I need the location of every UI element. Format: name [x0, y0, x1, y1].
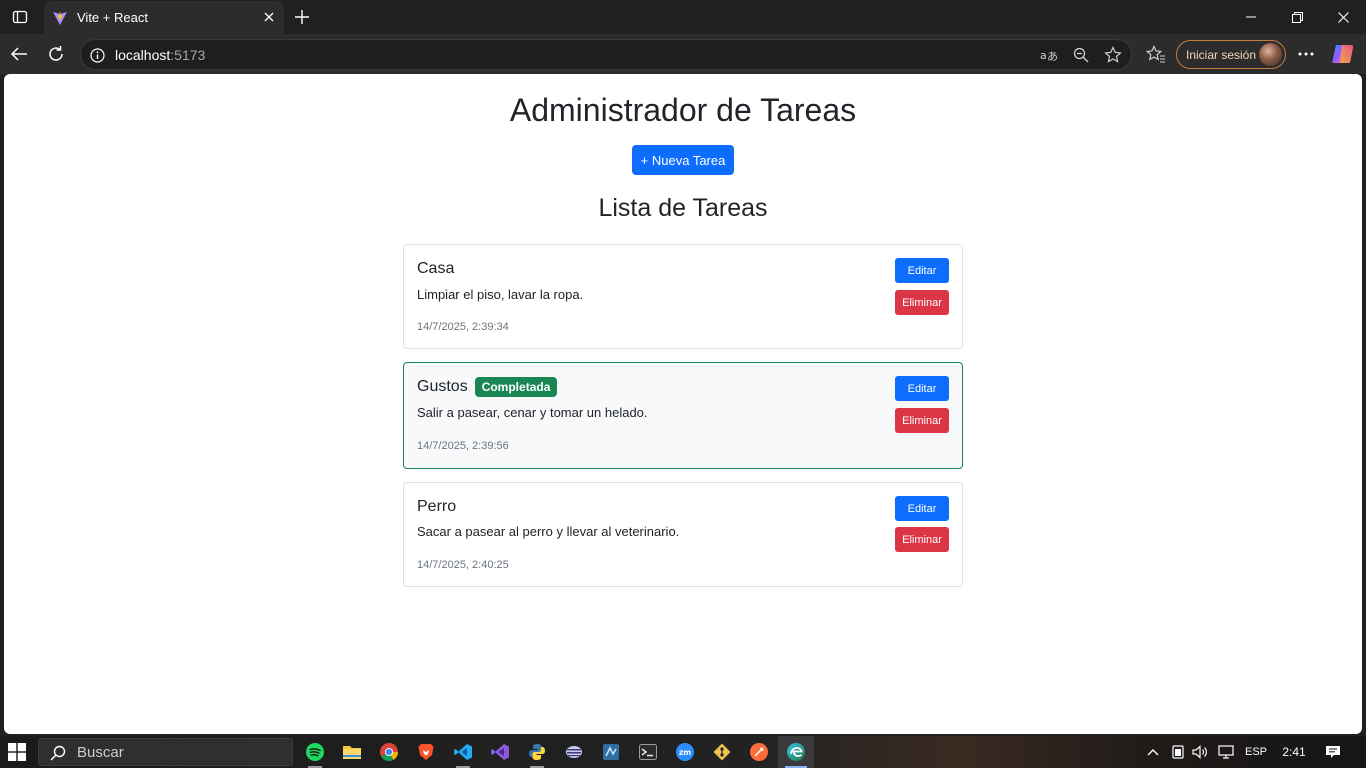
list-title: Lista de Tareas — [598, 194, 768, 222]
task-name-row: Perro — [417, 498, 456, 516]
copilot-icon[interactable] — [1331, 42, 1355, 66]
browser-toolbar: localhost:5173 aあ Iniciar sesión — [0, 34, 1366, 74]
task-date: 14/7/2025, 2:40:25 — [417, 559, 509, 571]
url-text: localhost:5173 — [115, 47, 205, 63]
battery-icon[interactable] — [1168, 736, 1188, 768]
language-indicator[interactable]: ESP — [1242, 736, 1270, 768]
back-icon[interactable] — [6, 42, 32, 66]
tab-title: Vite + React — [77, 10, 148, 25]
new-tab-icon[interactable] — [290, 6, 314, 28]
address-bar[interactable]: localhost:5173 aあ — [80, 39, 1132, 70]
vscode-icon[interactable] — [445, 736, 481, 768]
favorite-star-icon[interactable] — [1103, 46, 1123, 64]
site-info-icon[interactable] — [89, 47, 105, 63]
translate-icon[interactable]: aあ — [1039, 46, 1059, 64]
new-task-button[interactable]: + Nueva Tarea — [632, 145, 734, 175]
app-icon[interactable] — [556, 736, 592, 768]
task-name-row: Casa — [417, 260, 454, 278]
zoom-icon[interactable]: zm — [667, 736, 703, 768]
task-date: 14/7/2025, 2:39:56 — [417, 440, 509, 452]
taskbar: Buscar zm ESP 2:41 — [0, 736, 1366, 768]
edit-button[interactable]: Editar — [895, 376, 949, 401]
browser-titlebar: Vite + React — [0, 0, 1366, 34]
task-description: Limpiar el piso, lavar la ropa. — [417, 287, 584, 302]
file-explorer-icon[interactable] — [334, 736, 370, 768]
url-host: localhost — [115, 47, 171, 63]
edit-button[interactable]: Editar — [895, 496, 949, 521]
browser-tab[interactable]: Vite + React — [44, 1, 284, 34]
chevron-up-icon[interactable] — [1144, 736, 1162, 768]
delete-button[interactable]: Eliminar — [895, 527, 949, 552]
taskbar-search[interactable]: Buscar — [38, 738, 293, 766]
delete-button[interactable]: Eliminar — [895, 408, 949, 433]
terminal-icon[interactable] — [630, 736, 666, 768]
task-description: Sacar a pasear al perro y llevar al vete… — [417, 524, 680, 539]
vite-icon — [52, 10, 68, 26]
more-options-icon[interactable] — [1293, 42, 1319, 66]
visual-studio-icon[interactable] — [482, 736, 518, 768]
svg-text:zm: zm — [679, 748, 691, 757]
avatar — [1259, 43, 1282, 66]
edit-button[interactable]: Editar — [895, 258, 949, 283]
task-card: Gustos Completada Salir a pasear, cenar … — [403, 362, 963, 469]
task-name: Perro — [417, 498, 457, 515]
favorites-icon[interactable] — [1143, 42, 1169, 66]
restore-icon[interactable] — [1274, 0, 1320, 34]
tab-close-icon[interactable] — [262, 10, 276, 24]
task-date: 14/7/2025, 2:39:34 — [417, 321, 509, 333]
clock[interactable]: 2:41 — [1278, 736, 1310, 768]
signin-label: Iniciar sesión — [1186, 47, 1257, 62]
spotify-icon[interactable] — [297, 736, 333, 768]
search-icon — [50, 745, 66, 761]
windows-start-icon[interactable] — [8, 743, 26, 761]
notifications-icon[interactable] — [1322, 736, 1344, 768]
delete-button[interactable]: Eliminar — [895, 290, 949, 315]
task-card: Casa Limpiar el piso, lavar la ropa. 14/… — [403, 244, 963, 349]
status-badge: Completada — [474, 377, 558, 397]
python-icon[interactable] — [519, 736, 555, 768]
signin-button[interactable]: Iniciar sesión — [1176, 40, 1286, 69]
url-port: :5173 — [170, 47, 206, 63]
page-viewport: Administrador de Tareas + Nueva Tarea Li… — [4, 74, 1362, 734]
postman-icon[interactable] — [741, 736, 777, 768]
minimize-icon[interactable] — [1228, 0, 1274, 34]
brave-icon[interactable] — [408, 736, 444, 768]
volume-icon[interactable] — [1190, 736, 1210, 768]
task-name-row: Gustos Completada — [417, 377, 558, 397]
tab-actions-icon[interactable] — [8, 6, 32, 28]
task-card: Perro Sacar a pasear al perro y llevar a… — [403, 482, 963, 587]
reload-icon[interactable] — [43, 42, 69, 66]
close-window-icon[interactable] — [1320, 0, 1366, 34]
git-icon[interactable] — [704, 736, 740, 768]
zoom-out-icon[interactable] — [1071, 46, 1091, 64]
edge-icon[interactable] — [778, 736, 814, 768]
network-icon[interactable] — [1214, 736, 1238, 768]
task-name: Casa — [417, 260, 455, 277]
svg-text:a: a — [1040, 49, 1047, 62]
ssms-icon[interactable] — [593, 736, 629, 768]
svg-text:あ: あ — [1047, 50, 1058, 62]
task-name: Gustos — [417, 378, 468, 395]
page-title: Administrador de Tareas — [509, 92, 857, 128]
task-description: Salir a pasear, cenar y tomar un helado. — [417, 405, 648, 420]
search-label: Buscar — [77, 743, 124, 761]
chrome-icon[interactable] — [371, 736, 407, 768]
